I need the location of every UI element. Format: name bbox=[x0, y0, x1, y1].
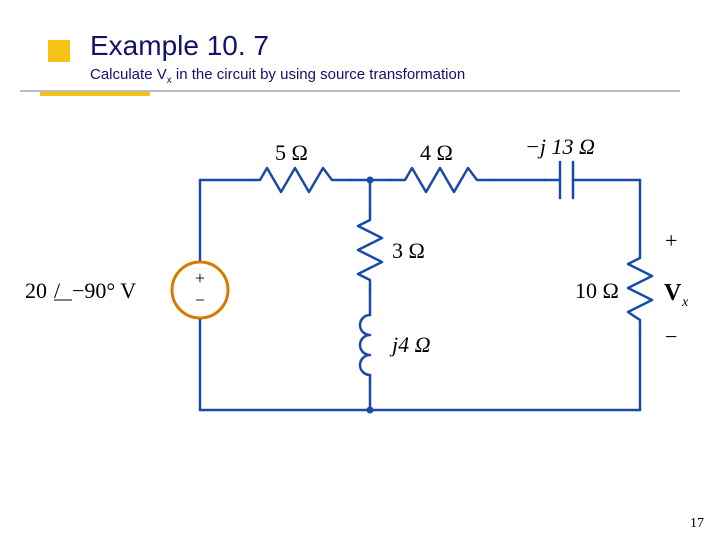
vx-plus: + bbox=[665, 228, 677, 253]
vx-minus: − bbox=[665, 324, 677, 349]
r5-label: 5 Ω bbox=[275, 140, 308, 165]
lj4-label: j4 Ω bbox=[389, 332, 431, 357]
page-title: Example 10. 7 bbox=[90, 30, 269, 62]
vx-label: V bbox=[664, 280, 682, 306]
r10-label: 10 Ω bbox=[575, 278, 619, 303]
source-minus: − bbox=[195, 290, 205, 310]
source-value: 20 bbox=[25, 278, 47, 303]
title-bullet bbox=[48, 40, 70, 62]
source-angle-slash: / bbox=[54, 278, 61, 303]
page-number: 17 bbox=[690, 516, 704, 532]
r3-label: 3 Ω bbox=[392, 238, 425, 263]
r4-label: 4 Ω bbox=[420, 140, 453, 165]
source-plus: + bbox=[195, 268, 205, 288]
source-angle: −90° V bbox=[72, 278, 136, 303]
rule-yellow bbox=[40, 92, 150, 96]
vx-sub: x bbox=[681, 295, 689, 310]
circuit-diagram: + − 20 / −90° V 5 Ω 4 Ω −j 13 Ω 3 Ω j4 Ω… bbox=[20, 130, 700, 470]
subtitle-suffix: in the circuit by using source transform… bbox=[172, 66, 465, 83]
subtitle-prefix: Calculate V bbox=[90, 66, 167, 83]
subtitle: Calculate Vx in the circuit by using sou… bbox=[90, 66, 465, 86]
cap-label: −j 13 Ω bbox=[525, 134, 595, 159]
